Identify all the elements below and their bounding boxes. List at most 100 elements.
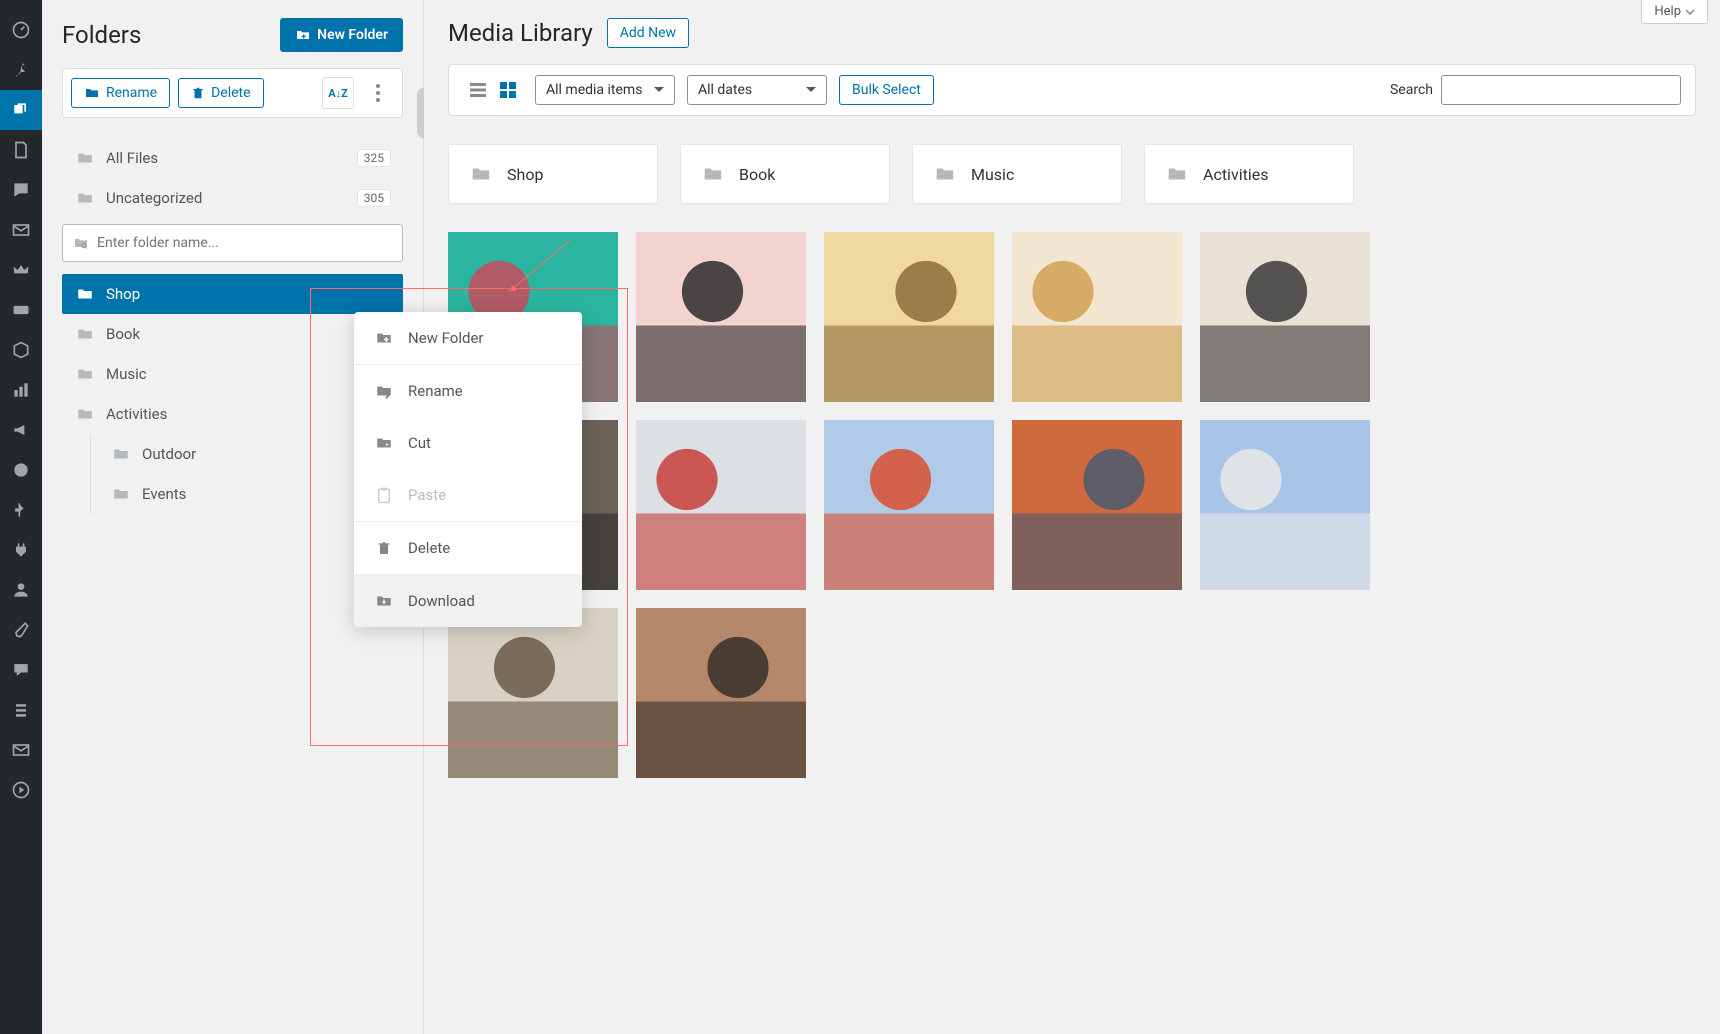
crown-icon[interactable] [0, 250, 42, 290]
pin-icon[interactable] [0, 50, 42, 90]
list-view-icon[interactable] [463, 75, 493, 105]
rename-label: Rename [106, 85, 157, 101]
home-folder-icon [74, 148, 96, 168]
folder-card[interactable]: Music [912, 144, 1122, 204]
download-icon [374, 591, 394, 611]
folder-card[interactable]: Shop [448, 144, 658, 204]
package-icon[interactable] [0, 330, 42, 370]
context-menu-trash[interactable]: Delete [354, 522, 582, 574]
folder-icon [74, 404, 96, 424]
media-grid [448, 232, 1696, 778]
media-search-input[interactable] [1441, 75, 1681, 105]
settings-icon[interactable] [0, 690, 42, 730]
media-thumbnail[interactable] [1012, 232, 1182, 402]
media-thumbnail[interactable] [824, 420, 994, 590]
folder-tree-item[interactable]: Outdoor [62, 434, 403, 474]
messenger-icon[interactable] [0, 450, 42, 490]
folder-plus-icon [374, 328, 394, 348]
add-new-label: Add New [620, 25, 676, 41]
plug-icon[interactable] [0, 530, 42, 570]
bulk-select-button[interactable]: Bulk Select [839, 75, 934, 105]
folder-tree: Shop Book MusicActivitiesOutdoorEvents [62, 274, 403, 514]
context-menu-paste: Paste [354, 469, 582, 521]
context-menu-label: Paste [408, 486, 446, 504]
media-thumbnail[interactable] [1200, 420, 1370, 590]
folder-search[interactable] [62, 224, 403, 262]
tools-icon[interactable] [0, 610, 42, 650]
context-menu-download[interactable]: Download [354, 575, 582, 627]
folder-tree-item[interactable]: Events [62, 474, 403, 514]
play-icon[interactable] [0, 770, 42, 810]
filter-type-select[interactable]: All media items [535, 75, 675, 105]
add-new-button[interactable]: Add New [607, 18, 689, 48]
sort-button[interactable]: A↓Z [322, 77, 354, 109]
rename-button[interactable]: Rename [71, 78, 170, 108]
mail-icon[interactable] [0, 210, 42, 250]
folder-action-bar: Rename Delete A↓Z [62, 68, 403, 118]
media-thumbnail[interactable] [1012, 420, 1182, 590]
folder-icon [74, 284, 96, 304]
media-thumbnail[interactable] [448, 608, 618, 778]
search-label: Search [1390, 82, 1433, 98]
new-folder-button[interactable]: New Folder [280, 18, 403, 52]
context-menu-cut[interactable]: Cut [354, 417, 582, 469]
plugins-icon[interactable] [0, 490, 42, 530]
context-menu-label: Download [408, 592, 475, 610]
media-thumbnail[interactable] [1200, 232, 1370, 402]
folder-icon [469, 163, 493, 185]
filter-date-select[interactable]: All dates [687, 75, 827, 105]
mail2-icon[interactable] [0, 730, 42, 770]
folder-search-icon [71, 235, 91, 251]
users-icon[interactable] [0, 570, 42, 610]
uncategorized-item[interactable]: Uncategorized 305 [62, 178, 403, 218]
context-menu-label: Delete [408, 539, 450, 557]
folder-tree-item[interactable]: Book [62, 314, 403, 354]
comments-icon[interactable] [0, 170, 42, 210]
media-thumbnail[interactable] [636, 232, 806, 402]
woo-icon[interactable] [0, 290, 42, 330]
folder-icon [74, 324, 96, 344]
context-menu-label: Cut [408, 434, 431, 452]
folders-panel: Folders New Folder Rename Delete A↓Z All [42, 0, 424, 1034]
uncategorized-label: Uncategorized [106, 189, 357, 207]
media-thumbnail[interactable] [824, 232, 994, 402]
analytics-icon[interactable] [0, 370, 42, 410]
pages-icon[interactable] [0, 130, 42, 170]
context-menu-label: Rename [408, 382, 463, 400]
folder-icon [110, 444, 132, 464]
media-thumbnail[interactable] [636, 420, 806, 590]
cut-icon [374, 433, 394, 453]
folder-search-input[interactable] [91, 227, 394, 259]
grid-view-icon[interactable] [493, 75, 523, 105]
folder-icon [74, 364, 96, 384]
folder-card-row: Shop Book Music Activities [448, 144, 1696, 204]
media-thumbnail[interactable] [636, 608, 806, 778]
all-files-item[interactable]: All Files 325 [62, 138, 403, 178]
context-menu-rename[interactable]: Rename [354, 365, 582, 417]
folder-label: Book [106, 325, 391, 343]
delete-button[interactable]: Delete [178, 78, 263, 108]
more-icon[interactable] [362, 77, 394, 109]
bulk-select-label: Bulk Select [852, 82, 921, 98]
folders-title: Folders [62, 21, 141, 49]
folder-tree-item[interactable]: Activities [62, 394, 403, 434]
delete-label: Delete [211, 85, 250, 101]
folder-icon [1165, 163, 1189, 185]
folder-tree-item[interactable]: Music [62, 354, 403, 394]
folder-card[interactable]: Activities [1144, 144, 1354, 204]
view-toggle [463, 75, 523, 105]
media-icon[interactable] [0, 90, 42, 130]
folder-tree-item[interactable]: Shop [62, 274, 403, 314]
trash-icon [374, 538, 394, 558]
context-menu-folder-plus[interactable]: New Folder [354, 312, 582, 364]
folder-label: Shop [106, 285, 391, 303]
filter-bar: All media items All dates Bulk Select Se… [448, 64, 1696, 116]
help-tab[interactable]: Help [1641, 0, 1708, 24]
megaphone-icon[interactable] [0, 410, 42, 450]
dashboard-icon[interactable] [0, 10, 42, 50]
wp-admin-sidebar [0, 0, 42, 1034]
all-files-count: 325 [357, 149, 391, 167]
context-menu-label: New Folder [408, 329, 483, 347]
comment-alt-icon[interactable] [0, 650, 42, 690]
folder-card[interactable]: Book [680, 144, 890, 204]
